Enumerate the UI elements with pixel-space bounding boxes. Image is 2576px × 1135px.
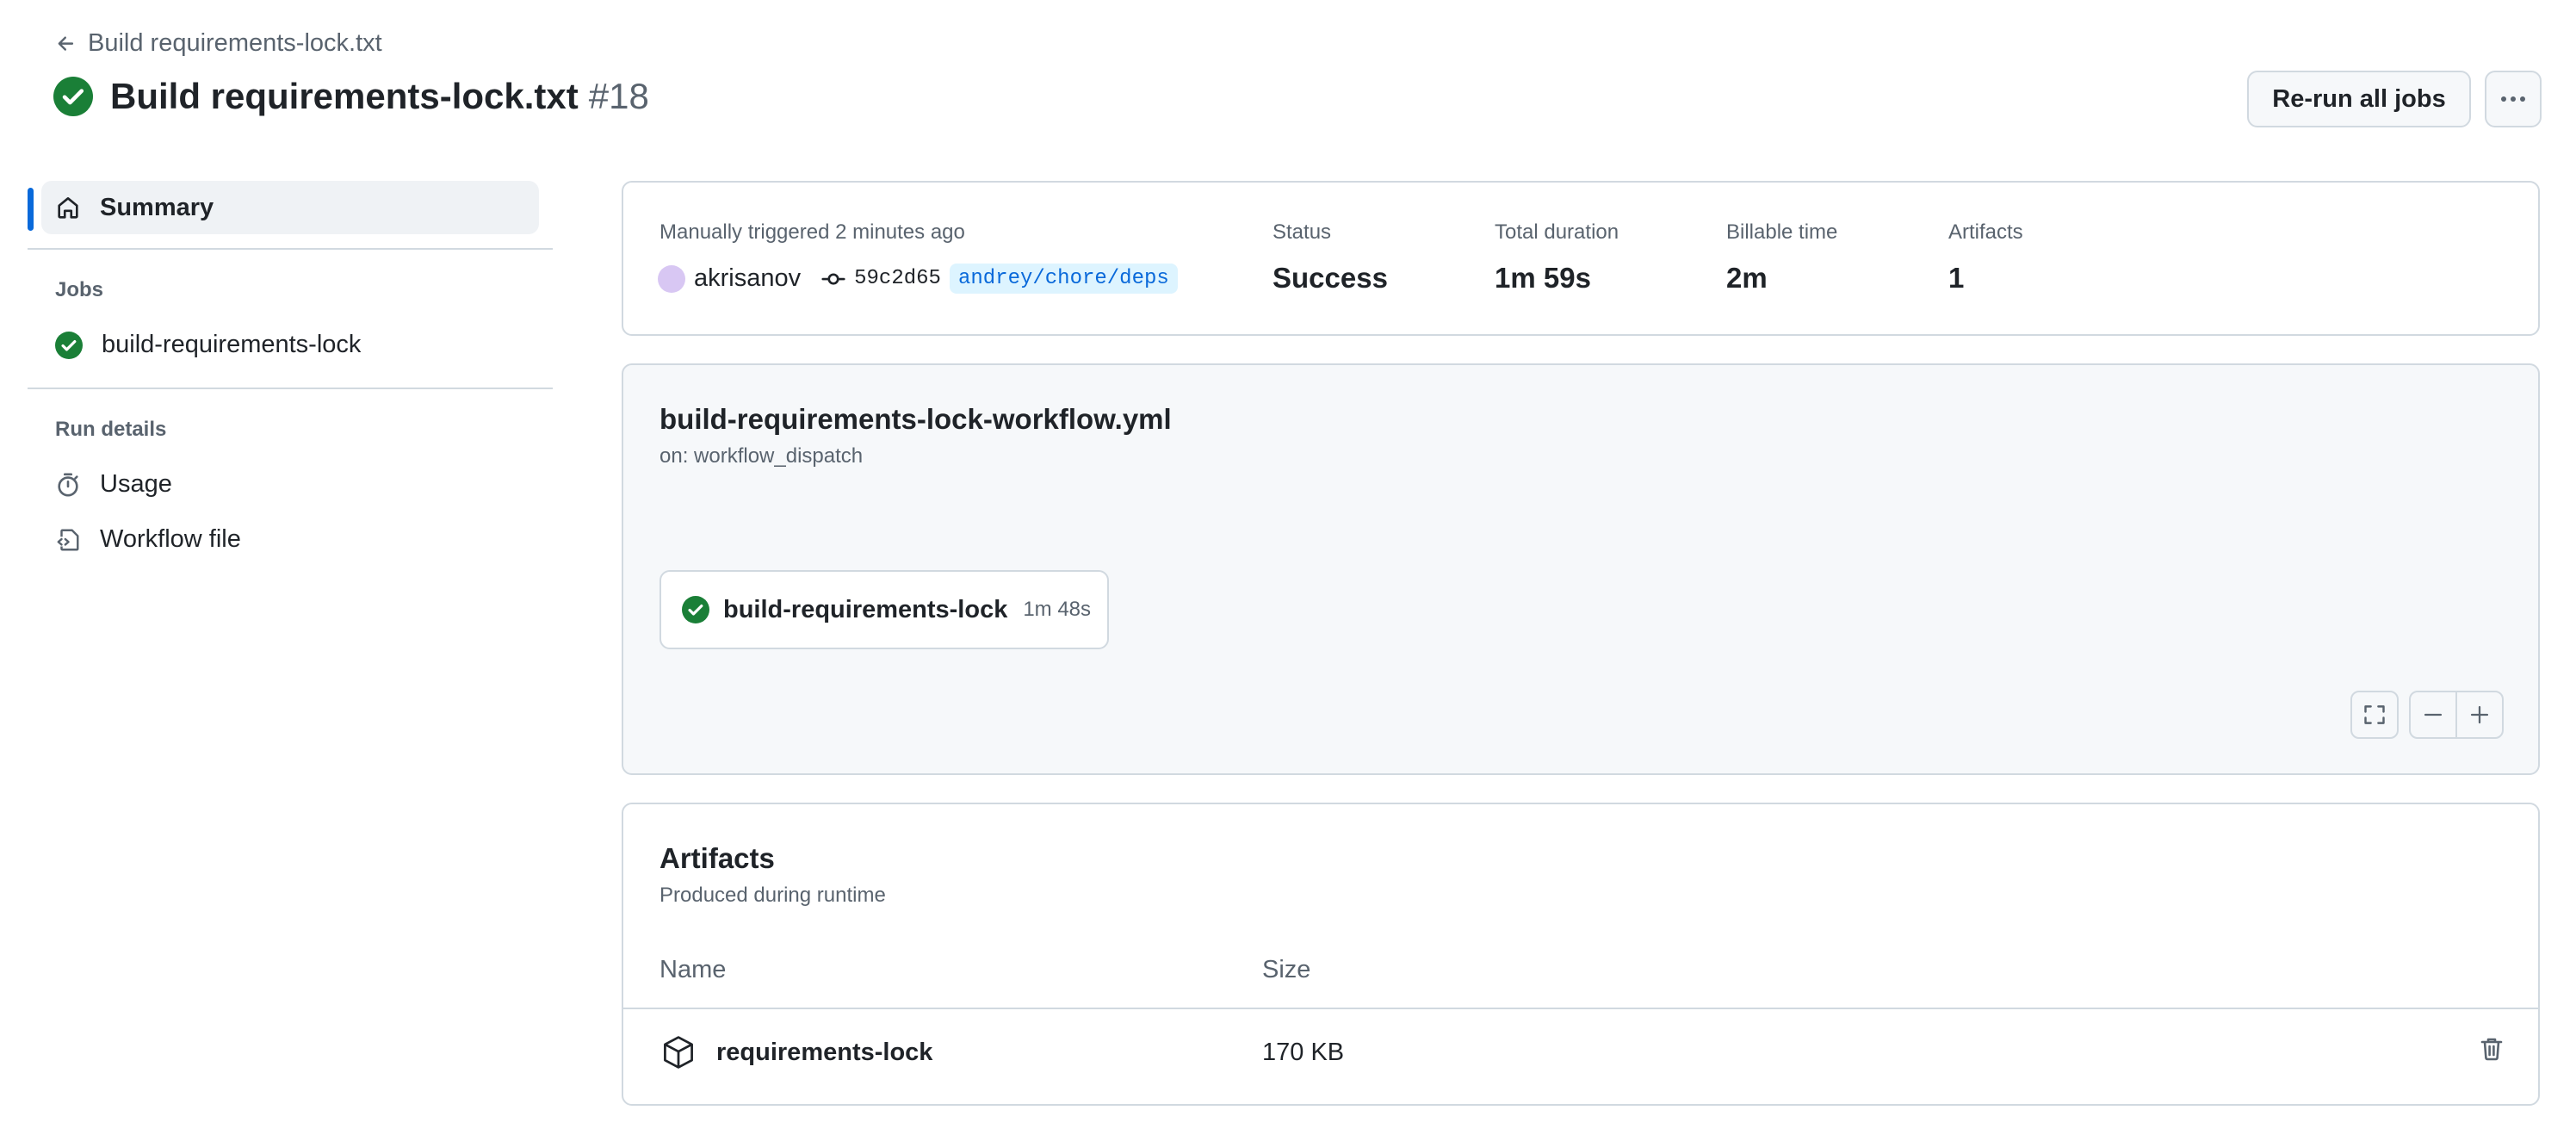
artifacts-subtitle: Produced during runtime [659, 884, 886, 907]
more-options-button[interactable] [2485, 71, 2542, 127]
sidebar-item-usage[interactable]: Usage [55, 470, 172, 499]
sidebar-item-job[interactable]: build-requirements-lock [55, 331, 361, 359]
actor-link[interactable]: akrisanov [694, 264, 801, 293]
commit-sha-link[interactable]: 59c2d65 [854, 267, 941, 290]
trigger-details: akrisanov 59c2d65 andrey/chore/deps [658, 264, 1178, 294]
branch-label[interactable]: andrey/chore/deps [949, 264, 1178, 294]
zoom-in-button[interactable] [2455, 691, 2504, 739]
sidebar-item-summary[interactable]: Summary [41, 181, 539, 234]
back-link[interactable]: Build requirements-lock.txt [55, 29, 382, 58]
file-code-icon [55, 527, 81, 553]
job-node-name: build-requirements-lock [723, 595, 1008, 623]
column-header-name: Name [659, 956, 727, 983]
success-check-icon [55, 331, 83, 359]
workflow-graph-card: build-requirements-lock-workflow.yml on:… [622, 363, 2540, 775]
table-divider [623, 1008, 2538, 1009]
total-duration-value: 1m 59s [1495, 262, 1591, 294]
success-check-icon [53, 77, 93, 116]
rerun-all-jobs-button[interactable]: Re-run all jobs [2247, 71, 2471, 127]
run-summary-card: Manually triggered 2 minutes ago akrisan… [622, 181, 2540, 336]
sidebar-item-label: Workflow file [100, 525, 241, 553]
total-duration-label: Total duration [1495, 220, 1619, 244]
fullscreen-button[interactable] [2350, 691, 2399, 739]
arrow-left-icon [55, 33, 77, 55]
jobs-heading: Jobs [55, 278, 104, 301]
sidebar-divider [28, 248, 553, 250]
workflow-trigger: on: workflow_dispatch [659, 444, 864, 468]
column-header-size: Size [1262, 956, 1311, 983]
artifacts-card: Artifacts Produced during runtime Name S… [622, 803, 2540, 1106]
artifacts-count-label: Artifacts [1948, 220, 2023, 244]
status-value: Success [1273, 262, 1388, 294]
billable-time-value[interactable]: 2m [1726, 262, 1768, 295]
minus-icon [2422, 704, 2444, 726]
page-title: Build requirements-lock.txt [110, 76, 579, 116]
stopwatch-icon [55, 472, 81, 498]
zoom-out-button[interactable] [2409, 691, 2457, 739]
sidebar-active-indicator [28, 188, 34, 231]
sidebar-item-label: Summary [100, 193, 214, 221]
artifacts-count-value[interactable]: 1 [1948, 262, 1964, 295]
job-node[interactable]: build-requirements-lock 1m 48s [659, 570, 1109, 649]
sidebar-item-label: Usage [100, 470, 172, 498]
success-check-icon [682, 596, 709, 623]
sidebar-item-workflow-file[interactable]: Workflow file [55, 525, 241, 554]
avatar[interactable] [658, 264, 685, 293]
artifact-row-name[interactable]: requirements-lock [659, 1033, 932, 1071]
run-details-heading: Run details [55, 418, 167, 441]
sidebar-item-label: build-requirements-lock [102, 331, 362, 358]
package-icon [659, 1033, 697, 1071]
plus-icon [2468, 704, 2491, 726]
fullscreen-icon [2362, 703, 2387, 727]
artifacts-title: Artifacts [659, 842, 775, 874]
run-number: #18 [588, 76, 649, 116]
status-label: Status [1273, 220, 1332, 244]
kebab-horizontal-icon [2499, 95, 2527, 103]
workflow-file-name: build-requirements-lock-workflow.yml [659, 403, 1172, 435]
delete-artifact-button[interactable] [2478, 1035, 2505, 1063]
trigger-text: Manually triggered 2 minutes ago [659, 220, 965, 244]
page-title-row: Build requirements-lock.txt #18 [53, 76, 649, 117]
home-icon [55, 195, 81, 220]
git-commit-icon [821, 267, 845, 291]
artifact-size: 170 KB [1262, 1039, 1345, 1066]
back-link-label: Build requirements-lock.txt [88, 29, 382, 57]
sidebar-divider [28, 388, 553, 389]
trash-icon [2478, 1035, 2505, 1063]
billable-time-label: Billable time [1726, 220, 1838, 244]
job-node-duration: 1m 48s [1023, 598, 1092, 621]
artifact-name-link[interactable]: requirements-lock [716, 1039, 932, 1067]
